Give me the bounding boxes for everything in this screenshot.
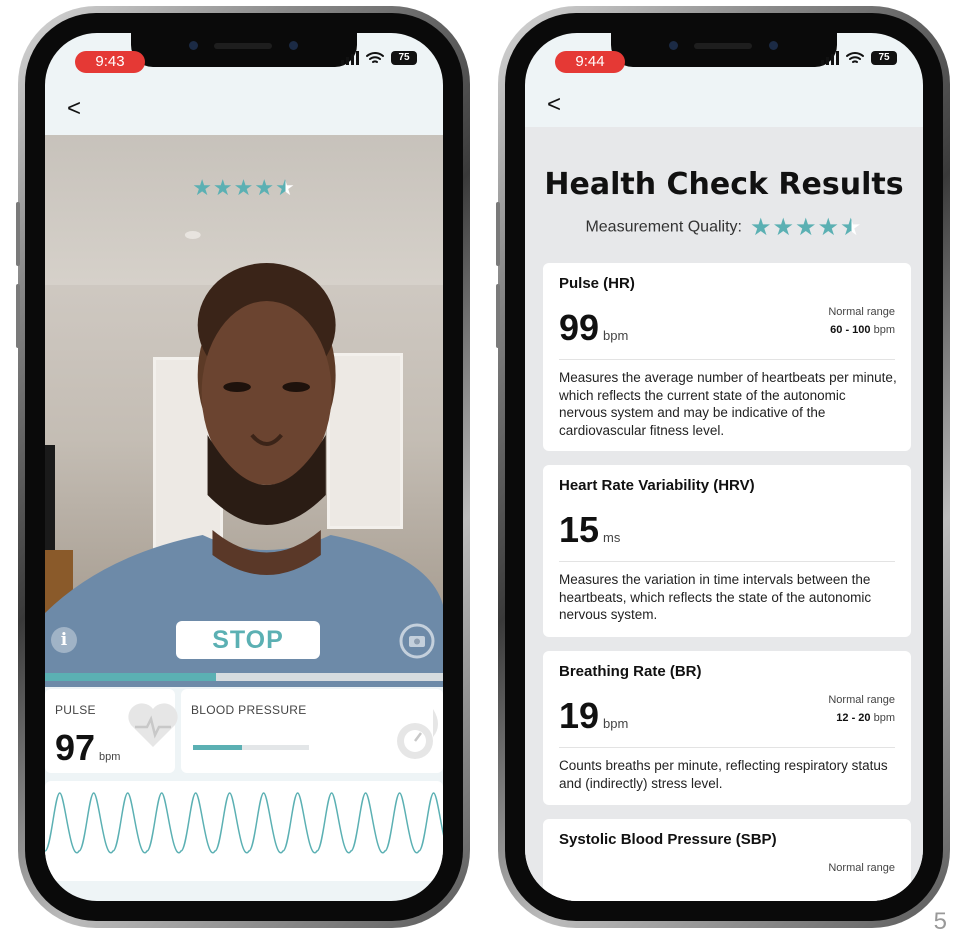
page-number: 5 <box>933 908 947 934</box>
scan-progress-bar <box>45 673 443 681</box>
normal-range: Normal range 12 - 20 bpm <box>828 691 895 727</box>
pulse-unit: bpm <box>99 751 121 763</box>
volume-button <box>496 284 500 348</box>
normal-range-unit: bpm <box>873 324 895 336</box>
status-icons: 75 <box>341 51 417 65</box>
phone-right: 9:44 75 < Health Check Results Measureme… <box>496 6 950 928</box>
info-icon[interactable]: i <box>51 627 77 653</box>
quality-label: Measurement Quality: <box>585 218 742 236</box>
normal-range-value: 12 - 20 <box>836 712 871 724</box>
pressure-gauge-icon <box>397 709 438 759</box>
normal-range: Normal range <box>828 859 895 877</box>
card-title: Breathing Rate (BR) <box>559 663 702 680</box>
pulse-value: 97 bpm <box>55 727 120 769</box>
heart-icon <box>128 703 178 747</box>
hrv-result-card[interactable]: Heart Rate Variability (HRV) 15 ms Measur… <box>543 465 911 637</box>
results-content: Health Check Results Measurement Quality… <box>525 127 923 901</box>
volume-button <box>16 202 20 266</box>
bp-progress-fill <box>193 745 242 750</box>
value-number: 15 <box>559 509 600 550</box>
normal-range-label: Normal range <box>828 862 895 874</box>
bp-progress-bar <box>193 745 309 750</box>
notch <box>131 33 357 67</box>
battery-icon: 75 <box>391 51 417 65</box>
normal-range-value: 60 - 100 <box>830 324 871 336</box>
flip-camera-icon[interactable] <box>399 623 435 659</box>
value-unit: bpm <box>603 328 629 343</box>
normal-range-label: Normal range <box>828 306 895 318</box>
status-icons: 75 <box>821 51 897 65</box>
battery-icon: 75 <box>871 51 897 65</box>
measurement-screen: 9:43 75 < ★★★★★ i STOP PULSE 97 bpm BLOO… <box>45 33 443 901</box>
blood-pressure-card: BLOOD PRESSURE <box>181 689 443 773</box>
value-unit: bpm <box>603 716 629 731</box>
pulse-number: 97 <box>55 727 96 768</box>
stop-button[interactable]: STOP <box>176 621 320 659</box>
divider <box>559 561 895 562</box>
page-title: Health Check Results <box>544 167 904 202</box>
breathing-rate-result-card[interactable]: Breathing Rate (BR) 19 bpm Normal range 12… <box>543 651 911 805</box>
pulse-label: PULSE <box>55 703 96 717</box>
card-value: 99 bpm <box>559 307 628 349</box>
volume-button <box>496 202 500 266</box>
pulse-result-card[interactable]: Pulse (HR) 99 bpm Normal range 60 - 100 bp… <box>543 263 911 451</box>
value-number: 19 <box>559 695 600 736</box>
normal-range: Normal range 60 - 100 bpm <box>828 303 895 339</box>
card-description: Measures the average number of heartbeat… <box>559 370 897 438</box>
normal-range-unit: bpm <box>873 712 895 724</box>
measurement-quality: Measurement Quality: ★★★★★ <box>525 213 923 242</box>
results-screen: 9:44 75 < Health Check Results Measureme… <box>525 33 923 901</box>
card-value: 15 ms <box>559 509 620 551</box>
divider <box>559 359 895 360</box>
status-time: 9:44 <box>555 51 625 73</box>
value-unit: ms <box>603 530 621 545</box>
divider <box>559 747 895 748</box>
card-title: Systolic Blood Pressure (SBP) <box>559 831 777 848</box>
normal-range-label: Normal range <box>828 694 895 706</box>
signal-icon <box>341 51 359 65</box>
card-title: Pulse (HR) <box>559 275 635 292</box>
wifi-icon <box>846 52 864 63</box>
screenshot: 9:43 75 < ★★★★★ i STOP PULSE 97 bpm BLOO… <box>0 0 963 934</box>
back-button[interactable]: < <box>67 97 81 121</box>
status-time: 9:43 <box>75 51 145 73</box>
card-title: Heart Rate Variability (HRV) <box>559 477 755 494</box>
quality-stars: ★★★★★ <box>192 175 296 200</box>
wifi-icon <box>366 52 384 63</box>
notch <box>611 33 837 67</box>
value-number: 99 <box>559 307 600 348</box>
back-button[interactable]: < <box>547 93 561 117</box>
card-description: Measures the variation in time intervals… <box>559 572 872 622</box>
camera-feed: ★★★★★ <box>45 135 443 687</box>
pulse-card: PULSE 97 bpm <box>45 689 178 773</box>
phone-left: 9:43 75 < ★★★★★ i STOP PULSE 97 bpm BLOO… <box>16 6 470 928</box>
quality-stars: ★★★★★ <box>749 214 863 241</box>
card-value: 19 bpm <box>559 695 628 737</box>
signal-icon <box>821 51 839 65</box>
scan-progress-fill <box>45 673 217 681</box>
sbp-result-card[interactable]: Systolic Blood Pressure (SBP) Normal ran… <box>543 819 911 901</box>
volume-button <box>16 284 20 348</box>
metrics-row: PULSE 97 bpm BLOOD PRESSURE <box>45 689 443 779</box>
user-face <box>45 231 443 687</box>
blood-pressure-label: BLOOD PRESSURE <box>191 703 307 717</box>
card-description: Counts breaths per minute, reflecting re… <box>559 758 888 791</box>
pulse-waveform <box>45 781 443 881</box>
waveform-line <box>45 792 443 854</box>
